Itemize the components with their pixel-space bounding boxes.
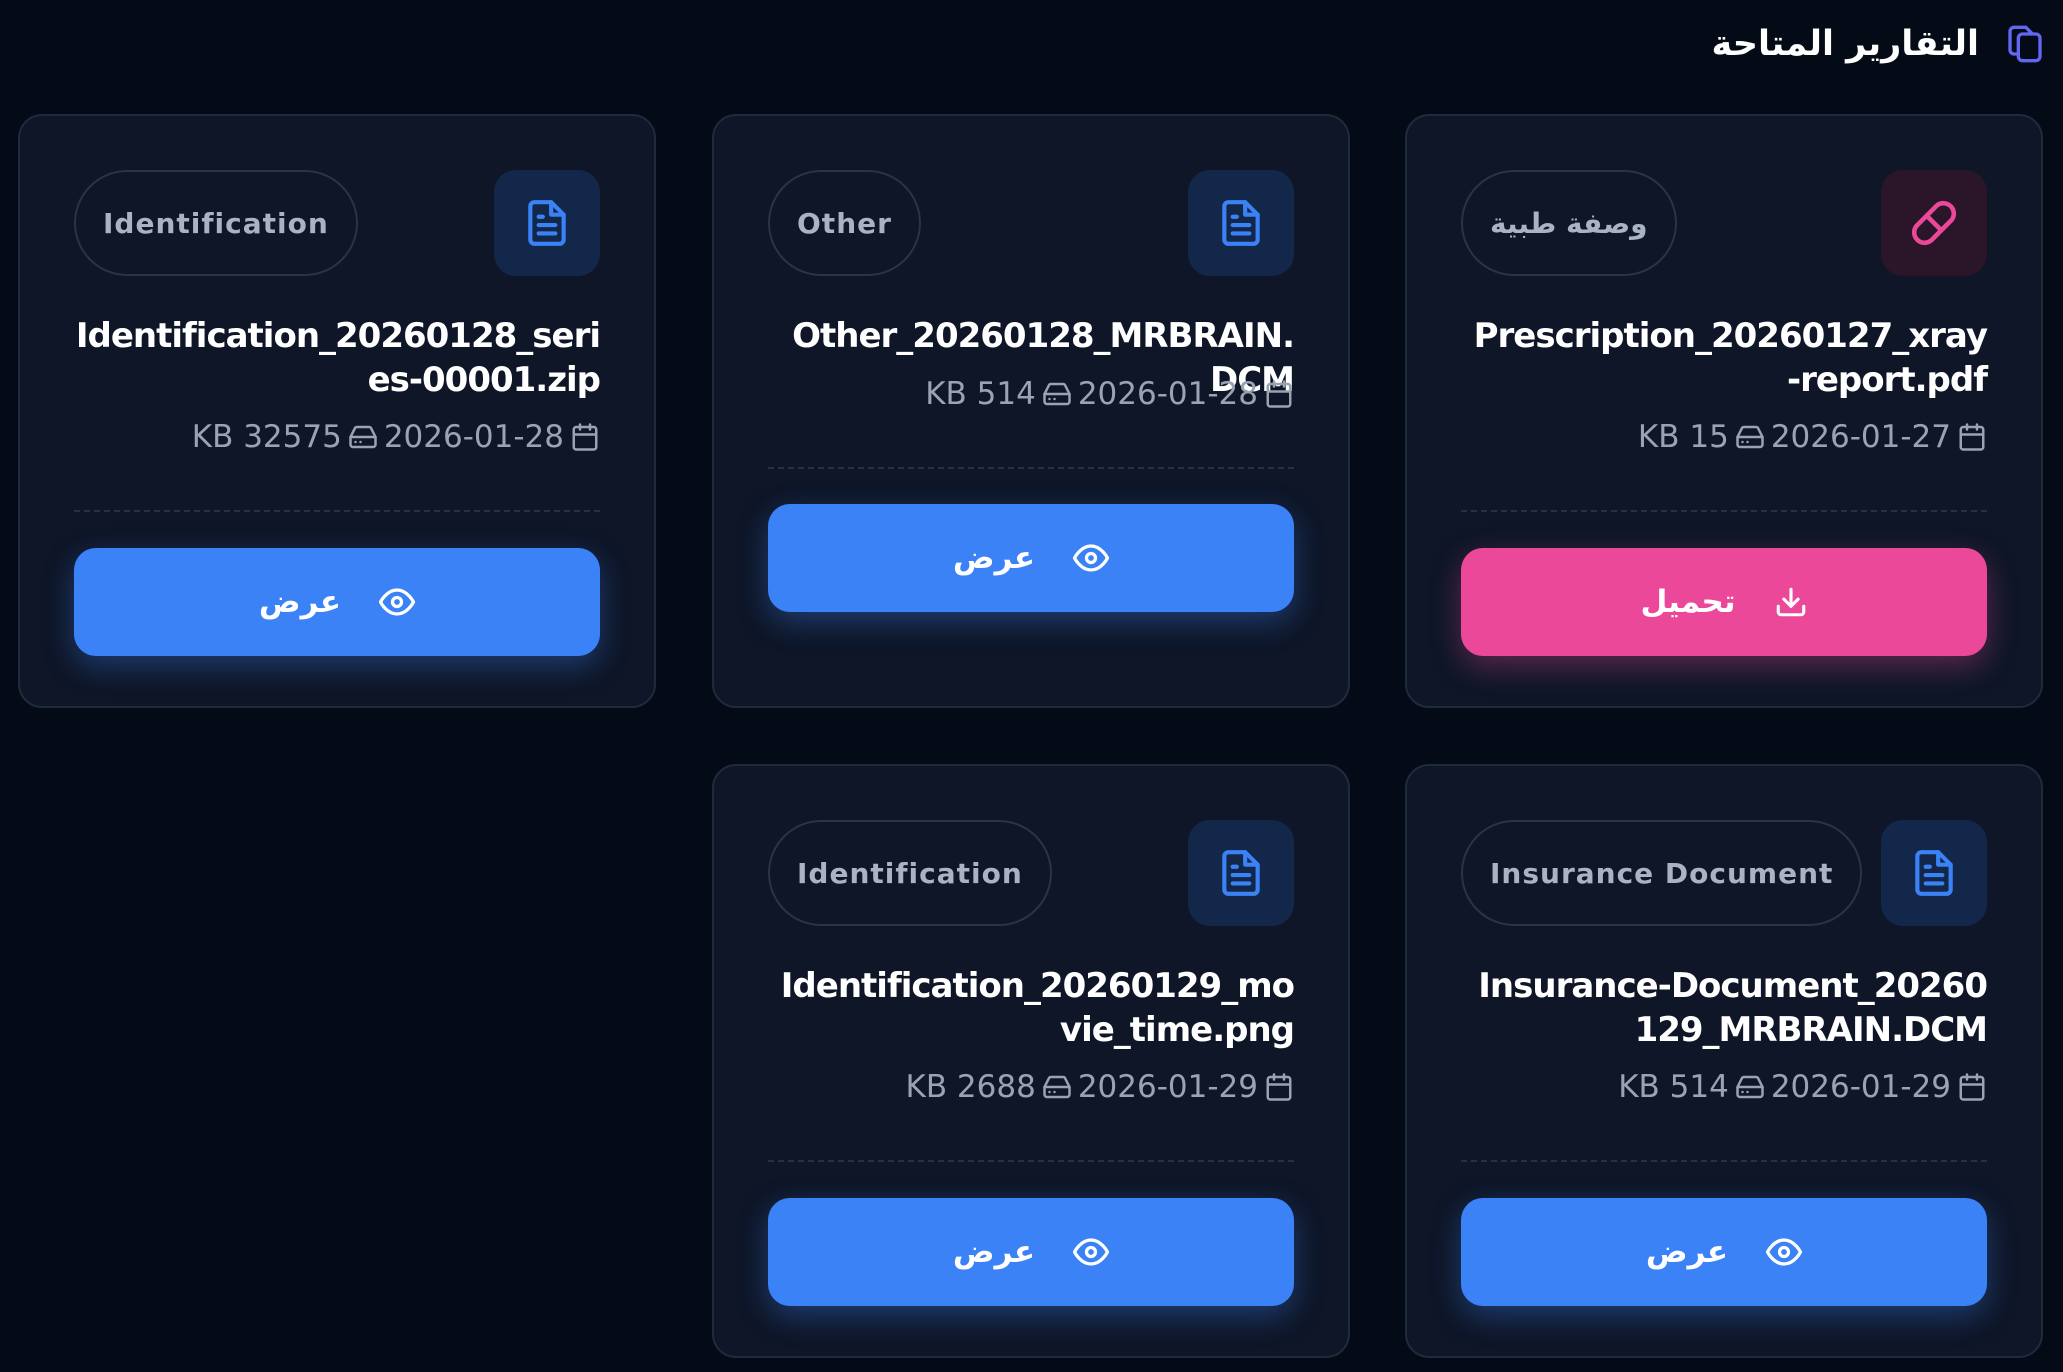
file-meta: 2026-01-27 KB 15 (1461, 419, 1987, 455)
eye-icon (379, 584, 416, 620)
button-label: عرض (1645, 1234, 1729, 1270)
file-meta: 2026-01-29 KB 2688 (768, 1069, 1294, 1105)
category-badge: وصفة طبية (1461, 170, 1677, 276)
button-label: تحميل (1640, 584, 1736, 620)
button-label: عرض (952, 540, 1036, 576)
file-date: 2026-01-29 (1077, 1069, 1258, 1105)
hard-drive-icon (1735, 1072, 1765, 1102)
calendar-icon (1264, 379, 1294, 409)
file-meta: 2026-01-29 KB 514 (1461, 1069, 1987, 1105)
file-name: Identification_20260129_movie_time.png (780, 966, 1295, 1050)
view-button[interactable]: عرض (768, 504, 1294, 612)
download-button[interactable]: تحميل (1461, 548, 1987, 656)
file-date: 2026-01-29 (1770, 1069, 1951, 1105)
eye-icon (1073, 1234, 1110, 1270)
calendar-icon (1957, 1072, 1987, 1102)
download-icon (1774, 585, 1808, 619)
view-button[interactable]: عرض (1461, 1198, 1987, 1306)
report-card-identification: Identification Identification_20260128_s… (18, 114, 656, 708)
section-header: التقارير المتاحة (1712, 22, 2046, 66)
calendar-icon (1957, 422, 1987, 452)
file-name: Insurance-Document_20260129_MRBRAIN.DCM (1478, 966, 1988, 1050)
hard-drive-icon (348, 422, 378, 452)
file-name: Prescription_20260127_xray-report.pdf (1473, 316, 1988, 400)
document-icon (1188, 820, 1294, 926)
calendar-icon (1264, 1072, 1294, 1102)
eye-icon (1766, 1234, 1803, 1270)
copy-icon (2005, 22, 2045, 66)
file-size: KB 514 (1618, 1069, 1729, 1105)
document-icon (1881, 820, 1987, 926)
file-date: 2026-01-28 (1077, 376, 1258, 412)
file-name: Identification_20260128_series-00001.zip (75, 316, 601, 400)
file-meta: 2026-01-28 KB 32575 (74, 419, 600, 455)
file-size: KB 15 (1637, 419, 1729, 455)
eye-icon (1073, 540, 1110, 576)
calendar-icon (570, 422, 600, 452)
report-card-identification-movie: Identification Identification_20260129_m… (712, 764, 1350, 1358)
page-title: التقارير المتاحة (1711, 24, 1980, 64)
document-icon (1188, 170, 1294, 276)
hard-drive-icon (1735, 422, 1765, 452)
category-badge: Insurance Document (1461, 820, 1863, 926)
hard-drive-icon (1042, 379, 1072, 409)
button-label: عرض (952, 1234, 1036, 1270)
divider (768, 467, 1294, 469)
divider (1461, 510, 1987, 512)
document-icon (494, 170, 600, 276)
category-badge: Other (768, 170, 921, 276)
file-size: KB 32575 (191, 419, 342, 455)
report-card-other: Other Other_20260128_MRBRAIN.DCM 2026-01… (712, 114, 1350, 708)
file-size: KB 514 (925, 376, 1036, 412)
view-button[interactable]: عرض (74, 548, 600, 656)
category-badge: Identification (768, 820, 1052, 926)
file-size: KB 2688 (905, 1069, 1036, 1105)
button-label: عرض (258, 584, 342, 620)
hard-drive-icon (1042, 1072, 1072, 1102)
file-date: 2026-01-28 (383, 419, 564, 455)
report-card-prescription: وصفة طبية Prescription_20260127_xray-rep… (1405, 114, 2043, 708)
category-badge: Identification (74, 170, 358, 276)
file-date: 2026-01-27 (1770, 419, 1951, 455)
divider (768, 1160, 1294, 1162)
file-meta: 2026-01-28 KB 514 (768, 376, 1294, 412)
divider (74, 510, 600, 512)
divider (1461, 1160, 1987, 1162)
report-card-insurance: Insurance Document Insurance-Document_20… (1405, 764, 2043, 1358)
view-button[interactable]: عرض (768, 1198, 1294, 1306)
pill-icon (1881, 170, 1987, 276)
